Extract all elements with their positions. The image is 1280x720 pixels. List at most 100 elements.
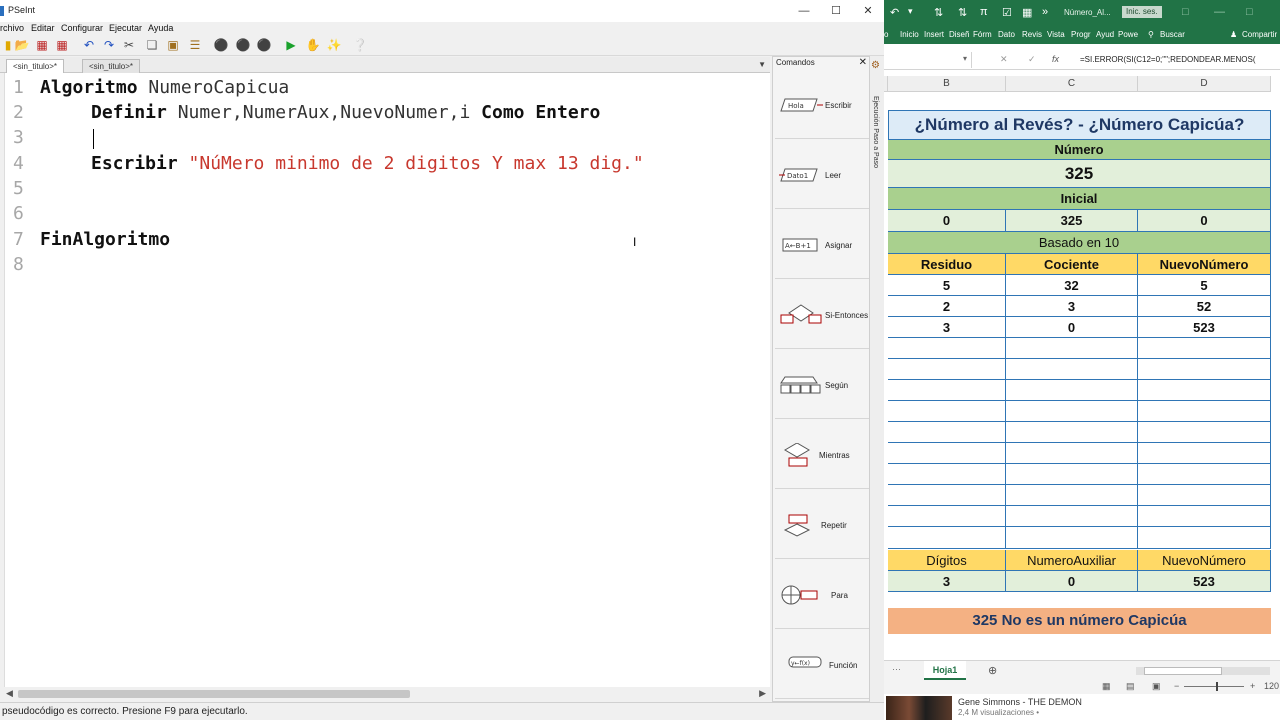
empty-cell[interactable] <box>1138 464 1271 485</box>
empty-cell[interactable] <box>1006 422 1138 443</box>
header-nuevonumero[interactable]: NuevoNúmero <box>1138 254 1271 275</box>
zoom-slider[interactable] <box>1184 686 1244 687</box>
numero-value[interactable]: 325 <box>888 160 1271 188</box>
column-header-c[interactable]: C <box>1006 76 1138 92</box>
minimize-icon[interactable]: — <box>1214 6 1225 18</box>
search-next-icon[interactable]: ⚫ <box>235 37 251 53</box>
command-mientras[interactable]: Mientras <box>775 421 869 489</box>
empty-cell[interactable] <box>888 485 1006 506</box>
ribbon-display-icon[interactable]: □ <box>1182 6 1189 18</box>
formula-input[interactable]: =SI.ERROR(SI(C12=0;"";REDONDEAR.MENOS( <box>1080 55 1256 64</box>
tab-diseno[interactable]: Diseñ <box>949 30 969 39</box>
sheet-nav-icon[interactable]: ⋯ <box>892 664 901 675</box>
pi-icon[interactable]: π <box>980 6 988 18</box>
table-cell[interactable]: 5 <box>1138 275 1271 296</box>
empty-cell[interactable] <box>1138 443 1271 464</box>
sign-in-button[interactable]: Inic. ses. <box>1122 6 1162 18</box>
inicial-label[interactable]: Inicial <box>888 188 1271 210</box>
menu-configurar[interactable]: Configurar <box>61 23 103 33</box>
step-run-icon[interactable]: ✋ <box>305 37 321 53</box>
digitos-value[interactable]: 3 <box>888 571 1006 592</box>
form-icon[interactable]: ▦ <box>1022 6 1032 19</box>
numeroauxiliar-value[interactable]: 0 <box>1006 571 1138 592</box>
save-as-icon[interactable]: ▦ <box>54 37 70 53</box>
empty-cell[interactable] <box>1138 380 1271 401</box>
check-icon[interactable]: ☑ <box>1002 6 1012 19</box>
empty-cell[interactable] <box>888 338 1006 359</box>
tab-revisar[interactable]: Revis <box>1022 30 1042 39</box>
empty-cell[interactable] <box>888 380 1006 401</box>
close-panel-icon[interactable]: ✕ <box>859 57 867 69</box>
inicial-value-b[interactable]: 0 <box>888 210 1006 232</box>
add-sheet-icon[interactable]: ⊕ <box>988 664 997 677</box>
restore-icon[interactable]: □ <box>1246 6 1253 18</box>
cancel-icon[interactable]: ✕ <box>1000 54 1008 65</box>
menu-editar[interactable]: Editar <box>31 23 55 33</box>
table-cell[interactable]: 5 <box>888 275 1006 296</box>
command-repetir[interactable]: Repetir <box>775 491 869 559</box>
empty-cell[interactable] <box>1006 485 1138 506</box>
tab-archivo[interactable]: o <box>884 30 888 39</box>
tab-power[interactable]: Powe <box>1118 30 1138 39</box>
table-cell[interactable]: 523 <box>1138 317 1271 338</box>
page-layout-icon[interactable]: ▤ <box>1126 681 1135 692</box>
sheet-tab-hoja1[interactable]: Hoja1 <box>924 661 966 680</box>
tab-insertar[interactable]: Insert <box>924 30 944 39</box>
base-label[interactable]: Basado en 10 <box>888 232 1271 254</box>
undo-icon[interactable]: ↶ <box>81 37 97 53</box>
debug-icon[interactable]: ⚙ <box>871 60 880 71</box>
menu-ejecutar[interactable]: Ejecutar <box>109 23 142 33</box>
step-execution-strip[interactable]: ⚙ Ejecución Paso a Paso <box>870 56 884 702</box>
scrollbar-thumb[interactable] <box>1144 667 1222 675</box>
video-thumbnail[interactable] <box>886 696 952 720</box>
chevron-down-icon[interactable]: ▾ <box>963 54 967 63</box>
command-asignar[interactable]: A←B+1 Asignar <box>775 211 869 279</box>
menu-archivo[interactable]: rchivo <box>0 23 24 33</box>
save-icon[interactable]: ▦ <box>34 37 50 53</box>
empty-cell[interactable] <box>1138 485 1271 506</box>
header-nuevonumero-final[interactable]: NuevoNúmero <box>1138 550 1271 571</box>
empty-cell[interactable] <box>888 527 1006 549</box>
sort-descending-icon[interactable]: ⇅ <box>958 6 967 19</box>
empty-cell[interactable] <box>1006 338 1138 359</box>
command-para[interactable]: Para <box>775 561 869 629</box>
paste-icon[interactable]: ▣ <box>165 37 181 53</box>
tab-datos[interactable]: Dato <box>998 30 1015 39</box>
tab-ayuda[interactable]: Ayud <box>1096 30 1114 39</box>
inicial-value-d[interactable]: 0 <box>1138 210 1271 232</box>
copy-icon[interactable]: ❏ <box>144 37 160 53</box>
empty-cell[interactable] <box>888 506 1006 527</box>
command-escribir[interactable]: Hola Escribir <box>775 71 869 139</box>
table-cell[interactable]: 2 <box>888 296 1006 317</box>
empty-cell[interactable] <box>1138 527 1271 549</box>
empty-cell[interactable] <box>1006 443 1138 464</box>
page-break-icon[interactable]: ▣ <box>1152 681 1161 692</box>
empty-cell[interactable] <box>1138 422 1271 443</box>
column-header-d[interactable]: D <box>1138 76 1271 92</box>
command-si-entonces[interactable]: Si-Entonces <box>775 281 869 349</box>
code-editor[interactable]: 1 2 3 4 5 6 7 8 Algoritmo NumeroCapicua … <box>4 73 770 687</box>
minimize-button[interactable]: — <box>792 3 816 19</box>
empty-cell[interactable] <box>1006 506 1138 527</box>
empty-cell[interactable] <box>888 464 1006 485</box>
table-cell[interactable]: 3 <box>1006 296 1138 317</box>
empty-cell[interactable] <box>1006 464 1138 485</box>
tab-vista[interactable]: Vista <box>1047 30 1065 39</box>
empty-cell[interactable] <box>1006 359 1138 380</box>
column-header-b[interactable]: B <box>888 76 1006 92</box>
close-button[interactable]: ✕ <box>856 3 880 19</box>
enter-icon[interactable]: ✓ <box>1028 54 1036 65</box>
zoom-slider-thumb[interactable] <box>1216 682 1218 691</box>
header-numeroauxiliar[interactable]: NumeroAuxiliar <box>1006 550 1138 571</box>
share-icon[interactable]: ♟ <box>1230 30 1237 39</box>
undo-icon[interactable]: ↶ <box>890 6 899 19</box>
empty-cell[interactable] <box>888 359 1006 380</box>
help-icon[interactable]: ❔ <box>352 37 368 53</box>
menu-ayuda[interactable]: Ayuda <box>148 23 173 33</box>
search-button[interactable]: Buscar <box>1160 30 1185 39</box>
empty-cell[interactable] <box>888 422 1006 443</box>
run-icon[interactable]: ▶ <box>283 37 299 53</box>
table-cell[interactable]: 3 <box>888 317 1006 338</box>
header-residuo[interactable]: Residuo <box>888 254 1006 275</box>
cut-icon[interactable]: ✂ <box>121 37 137 53</box>
